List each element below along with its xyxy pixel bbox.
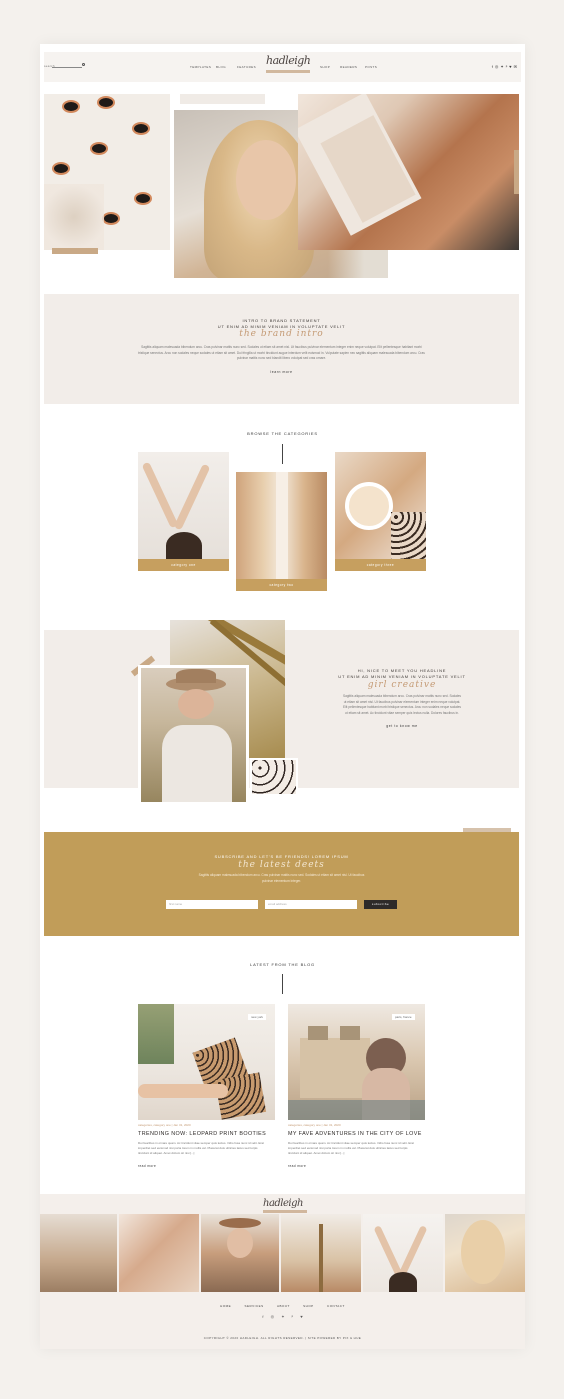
about-text-block: HI, NICE TO MEET YOU HEADLINE UT ENIM AD… <box>302 668 502 728</box>
post-meta: categories, category one | Jan 31, 2020 <box>288 1123 341 1127</box>
nav-link-templates[interactable]: TEMPLATES <box>190 65 211 69</box>
heart-icon[interactable]: ♥ <box>300 1314 302 1319</box>
subscribe-script-heading: the latest deets <box>238 860 325 870</box>
blog-divider <box>282 974 283 994</box>
blog-post-card[interactable]: paris, france categories, category one |… <box>288 1004 425 1174</box>
twitter-icon[interactable]: ✦ <box>500 64 503 69</box>
post-title[interactable]: MY FAVE ADVENTURES IN THE CITY OF LOVE <box>288 1131 425 1137</box>
about-photo-woman-hat <box>138 665 249 805</box>
about-photo-small <box>250 758 298 796</box>
blog-post-image[interactable] <box>138 1004 275 1120</box>
footer-link-about[interactable]: ABOUT <box>277 1304 290 1308</box>
nav-link-readers[interactable]: READERS <box>340 65 357 69</box>
pinterest-icon[interactable]: ᵖ <box>506 64 508 69</box>
top-navigation: search TEMPLATES BLOG FEATURES hadleigh … <box>44 52 521 82</box>
about-body: Sagittis aliquam malesuada bibendum arcu… <box>343 694 462 715</box>
email-icon[interactable]: ✉ <box>514 64 517 69</box>
footer-link-shop[interactable]: SHOP <box>303 1304 314 1308</box>
post-location-badge: paris, france <box>392 1014 415 1020</box>
subscribe-section: SUBSCRIBE AND LET'S BE FRIENDS! LOREM IP… <box>44 832 519 936</box>
search-input[interactable] <box>52 67 82 68</box>
decor-tan-strip-right <box>514 150 519 194</box>
instagram-icon[interactable]: ◎ <box>271 1314 275 1319</box>
footer-link-services[interactable]: SERVICES <box>245 1304 264 1308</box>
instagram-icon[interactable]: ◎ <box>495 64 499 69</box>
post-location-badge: new york <box>248 1014 267 1020</box>
post-title[interactable]: TRENDING NOW: LEOPARD PRINT BOOTIES <box>138 1131 275 1137</box>
hero-photo-fabric <box>298 94 519 250</box>
footer-nav: HOME SERVICES ABOUT SHOP CONTACT <box>40 1304 525 1308</box>
hero-photo-leopard-fabric <box>44 94 170 250</box>
page-frame: search TEMPLATES BLOG FEATURES hadleigh … <box>40 44 525 1349</box>
nav-link-features[interactable]: FEATURES <box>237 65 256 69</box>
categories-title: BROWSE THE CATEGORIES <box>247 431 318 436</box>
brand-intro-section: INTRO TO BRAND STATEMENT UT ENIM AD MINI… <box>44 294 519 404</box>
footer-link-home[interactable]: HOME <box>220 1304 231 1308</box>
category-three-label[interactable]: category three <box>335 559 426 571</box>
category-one-label[interactable]: category one <box>138 559 229 571</box>
footer: hadleigh HOME SERVICES ABOUT SHOP CONTAC… <box>40 1194 525 1349</box>
nav-link-blog[interactable]: BLOG <box>216 65 226 69</box>
blog-post-card[interactable]: new york categories, category one | Jan … <box>138 1004 275 1174</box>
heart-icon[interactable]: ♥ <box>509 64 511 69</box>
footer-logo-text: hadleigh <box>263 1198 303 1209</box>
nav-link-posts[interactable]: POSTS <box>365 65 377 69</box>
learn-more-link[interactable]: learn more <box>44 370 519 374</box>
post-excerpt: Dui faucibus in ornare quam. Ac tincidun… <box>288 1141 414 1155</box>
email-field[interactable]: email address <box>265 900 357 909</box>
subscribe-body: Sagittis aliquam malesuada bibendum arcu… <box>198 873 365 883</box>
site-logo[interactable]: hadleigh <box>262 54 311 78</box>
read-more-link[interactable]: read more <box>138 1164 156 1168</box>
post-meta: categories, category one | Jan 31, 2020 <box>138 1123 191 1127</box>
instagram-photo-palm[interactable] <box>281 1214 361 1292</box>
logo-text: hadleigh <box>266 54 311 67</box>
intro-script-heading: the brand intro <box>239 329 324 339</box>
categories-divider <box>282 444 283 464</box>
pinterest-icon[interactable]: ᵖ <box>292 1314 294 1319</box>
logo-underline <box>266 70 310 73</box>
category-card-three[interactable]: category three <box>335 452 426 571</box>
instagram-photo-hands[interactable] <box>363 1214 443 1292</box>
copyright-text: COPYRIGHT © 2020 HADLEIGH. ALL RIGHTS RE… <box>203 1336 362 1340</box>
facebook-icon[interactable]: f <box>492 64 493 69</box>
footer-social-links: f ◎ ✦ ᵖ ♥ <box>40 1314 525 1319</box>
category-one-image <box>138 452 229 559</box>
read-more-link[interactable]: read more <box>288 1164 306 1168</box>
category-card-two[interactable]: category two <box>236 472 327 591</box>
search-icon[interactable] <box>82 63 85 66</box>
blog-post-image[interactable] <box>288 1004 425 1120</box>
blog-title: LATEST FROM THE BLOG <box>250 962 315 967</box>
social-links: f ◎ ✦ ᵖ ♥ ✉ <box>492 64 517 69</box>
decor-tan-strip <box>52 248 98 254</box>
category-three-image <box>335 452 426 559</box>
instagram-photo-portrait[interactable] <box>445 1214 525 1292</box>
first-name-field[interactable]: first name <box>166 900 258 909</box>
instagram-photo-product[interactable] <box>119 1214 199 1292</box>
nav-link-shop[interactable]: SHOP <box>320 65 330 69</box>
get-to-know-me-link[interactable]: get to know me <box>302 724 502 728</box>
footer-logo-underline <box>263 1210 307 1213</box>
post-excerpt: Dui faucibus in ornare quam. Ac tincidun… <box>138 1141 264 1155</box>
decor-photo-edge <box>180 94 265 104</box>
instagram-photo-couple[interactable] <box>40 1214 117 1292</box>
intro-body: Sagittis aliquam malesuada bibendum arcu… <box>138 345 425 360</box>
about-script-heading: girl creative <box>367 680 437 690</box>
facebook-icon[interactable]: f <box>262 1314 263 1319</box>
footer-link-contact[interactable]: CONTACT <box>327 1304 345 1308</box>
category-two-label[interactable]: category two <box>236 579 327 591</box>
twitter-icon[interactable]: ✦ <box>281 1314 284 1319</box>
instagram-photo-hat[interactable] <box>201 1214 279 1292</box>
category-card-one[interactable]: category one <box>138 452 229 571</box>
category-two-image <box>236 472 327 579</box>
subscribe-button[interactable]: subscribe <box>364 900 397 909</box>
